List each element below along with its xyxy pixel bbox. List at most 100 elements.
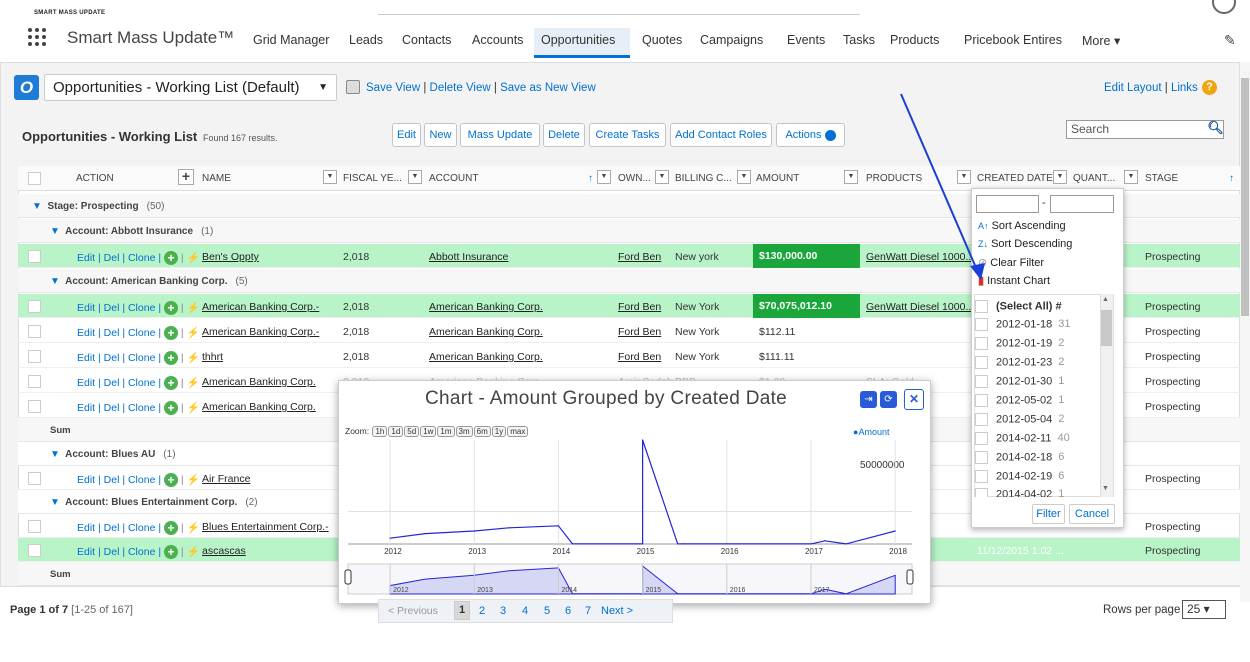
name-filter-button[interactable]: ▼ bbox=[323, 170, 337, 184]
row-checkbox[interactable] bbox=[28, 472, 41, 485]
col-stage[interactable]: STAGE bbox=[1145, 173, 1178, 184]
row-checkbox[interactable] bbox=[28, 520, 41, 533]
account-link[interactable]: American Banking Corp. bbox=[429, 351, 543, 363]
row-actions[interactable]: Edit | Del | Clone | + | ⚡ bbox=[77, 545, 200, 560]
filter-option[interactable]: 2012-01-18 31 bbox=[975, 318, 1071, 331]
opportunity-name-link[interactable]: Ben's Oppty bbox=[202, 251, 259, 263]
row-actions[interactable]: Edit | Del | Clone | + | ⚡ bbox=[77, 301, 200, 316]
filter-list-scroll-thumb[interactable] bbox=[1101, 310, 1112, 346]
select-all-option[interactable]: (Select All) # bbox=[975, 300, 1062, 313]
nav-contacts[interactable]: Contacts bbox=[402, 33, 451, 47]
filter-button[interactable]: Filter bbox=[1032, 504, 1065, 524]
owner-link[interactable]: Ford Ben bbox=[618, 326, 661, 338]
col-amount[interactable]: AMOUNT bbox=[756, 173, 799, 184]
col-fiscal-year[interactable]: FISCAL YE... bbox=[343, 173, 402, 184]
cancel-button[interactable]: Cancel bbox=[1069, 504, 1115, 524]
row-actions[interactable]: Edit | Del | Clone | + | ⚡ bbox=[77, 251, 200, 266]
next-page[interactable]: Next > bbox=[601, 605, 633, 617]
nav-quotes[interactable]: Quotes bbox=[642, 33, 682, 47]
nav-grid-manager[interactable]: Grid Manager bbox=[253, 33, 329, 47]
opportunity-name-link[interactable]: American Banking Corp.- bbox=[202, 301, 319, 313]
col-name[interactable]: NAME bbox=[202, 173, 231, 184]
filter-option[interactable]: 2014-02-18 6 bbox=[975, 451, 1064, 464]
billing-filter-button[interactable]: ▼ bbox=[737, 170, 751, 184]
row-checkbox[interactable] bbox=[28, 325, 41, 338]
previous-page[interactable]: < Previous bbox=[388, 605, 438, 617]
page-4[interactable]: 4 bbox=[522, 605, 528, 617]
filter-option[interactable]: 2012-01-19 2 bbox=[975, 337, 1064, 350]
new-button[interactable]: New bbox=[424, 123, 457, 147]
scroll-up-icon[interactable]: ▲ bbox=[1102, 296, 1109, 303]
quantity-filter-button[interactable]: ▼ bbox=[1124, 170, 1138, 184]
account-link[interactable]: American Banking Corp. bbox=[429, 301, 543, 313]
page-scrollbar-thumb[interactable] bbox=[1241, 78, 1249, 316]
filter-to-input[interactable] bbox=[1050, 195, 1114, 213]
scroll-down-icon[interactable]: ▼ bbox=[1102, 485, 1109, 492]
opportunity-name-link[interactable]: Blues Entertainment Corp.- bbox=[202, 521, 329, 533]
owner-link[interactable]: Ford Ben bbox=[618, 351, 661, 363]
search-input[interactable]: Search bbox=[1066, 120, 1224, 139]
save-view-link[interactable]: Save View bbox=[366, 82, 420, 94]
page-6[interactable]: 6 bbox=[565, 605, 571, 617]
rows-per-page-select[interactable]: 25 ▾ bbox=[1182, 600, 1226, 619]
filter-option[interactable]: 2014-02-11 40 bbox=[975, 432, 1070, 445]
mass-update-button[interactable]: Mass Update bbox=[460, 123, 540, 147]
col-account[interactable]: ACCOUNT bbox=[429, 173, 478, 184]
nav-pricebook-entries[interactable]: Pricebook Entires bbox=[964, 33, 1062, 47]
actions-button[interactable]: Actions bbox=[776, 123, 845, 147]
nav-leads[interactable]: Leads bbox=[349, 33, 383, 47]
sort-ascending-item[interactable]: A↑ Sort Ascending bbox=[978, 220, 1066, 232]
add-contact-roles-button[interactable]: Add Contact Roles bbox=[670, 123, 772, 147]
create-tasks-button[interactable]: Create Tasks bbox=[589, 123, 666, 147]
nav-opportunities[interactable]: Opportunities bbox=[541, 33, 615, 47]
page-2[interactable]: 2 bbox=[479, 605, 485, 617]
row-actions[interactable]: Edit | Del | Clone | + | ⚡ bbox=[77, 326, 200, 341]
nav-accounts[interactable]: Accounts bbox=[472, 33, 523, 47]
opportunity-name-link[interactable]: American Banking Corp. bbox=[202, 401, 316, 413]
opportunity-name-link[interactable]: American Banking Corp.- bbox=[202, 326, 319, 338]
row-actions[interactable]: Edit | Del | Clone | + | ⚡ bbox=[77, 376, 200, 391]
sort-descending-item[interactable]: Z↓ Sort Descending bbox=[978, 238, 1072, 250]
page-3[interactable]: 3 bbox=[500, 605, 506, 617]
owner-filter-button[interactable]: ▼ bbox=[655, 170, 669, 184]
row-actions[interactable]: Edit | Del | Clone | + | ⚡ bbox=[77, 351, 200, 366]
nav-more[interactable]: More ▾ bbox=[1082, 33, 1120, 48]
created-filter-button[interactable]: ▼ bbox=[1053, 170, 1067, 184]
filter-option[interactable]: 2012-01-30 1 bbox=[975, 375, 1064, 388]
account-link[interactable]: Abbott Insurance bbox=[429, 251, 508, 263]
row-actions[interactable]: Edit | Del | Clone | + | ⚡ bbox=[77, 521, 200, 536]
col-billing[interactable]: BILLING C... bbox=[675, 173, 732, 184]
select-all-checkbox[interactable] bbox=[28, 172, 41, 185]
row-checkbox[interactable] bbox=[28, 300, 41, 313]
row-checkbox[interactable] bbox=[28, 375, 41, 388]
links-link[interactable]: Links bbox=[1171, 82, 1198, 94]
page-1[interactable]: 1 bbox=[454, 601, 470, 620]
view-select[interactable]: Opportunities - Working List (Default) ▼ bbox=[44, 74, 337, 101]
help-icon[interactable]: ? bbox=[1202, 80, 1217, 95]
fiscal-filter-button[interactable]: ▼ bbox=[408, 170, 422, 184]
filter-option[interactable]: 2014-04-02 1 bbox=[975, 488, 1064, 497]
row-checkbox[interactable] bbox=[28, 250, 41, 263]
delete-button[interactable]: Delete bbox=[543, 123, 585, 147]
search-icon[interactable]: 🔍︎ bbox=[1207, 120, 1224, 139]
nav-tasks[interactable]: Tasks bbox=[843, 33, 875, 47]
account-filter-button[interactable]: ▼ bbox=[597, 170, 611, 184]
add-icon[interactable]: + bbox=[178, 169, 194, 185]
edit-layout-link[interactable]: Edit Layout bbox=[1104, 82, 1162, 94]
filter-option[interactable]: 2012-05-04 2 bbox=[975, 413, 1064, 426]
opportunity-name-link[interactable]: Air France bbox=[202, 473, 250, 485]
expand-icon[interactable]: ⇥ bbox=[860, 391, 877, 408]
filter-option[interactable]: 2012-05-02 1 bbox=[975, 394, 1064, 407]
opportunity-name-link[interactable]: ascascas bbox=[202, 545, 246, 557]
row-checkbox[interactable] bbox=[28, 400, 41, 413]
app-launcher-icon[interactable] bbox=[28, 28, 46, 46]
page-5[interactable]: 5 bbox=[544, 605, 550, 617]
save-as-new-view-link[interactable]: Save as New View bbox=[500, 82, 596, 94]
delete-view-link[interactable]: Delete View bbox=[430, 82, 491, 94]
col-owner[interactable]: OWN... bbox=[618, 173, 651, 184]
pencil-icon[interactable]: ✎ bbox=[1224, 32, 1236, 49]
col-quantity[interactable]: QUANT... bbox=[1073, 173, 1115, 184]
refresh-icon[interactable]: ⟳ bbox=[880, 391, 897, 408]
amount-filter-button[interactable]: ▼ bbox=[844, 170, 858, 184]
page-7[interactable]: 7 bbox=[585, 605, 591, 617]
